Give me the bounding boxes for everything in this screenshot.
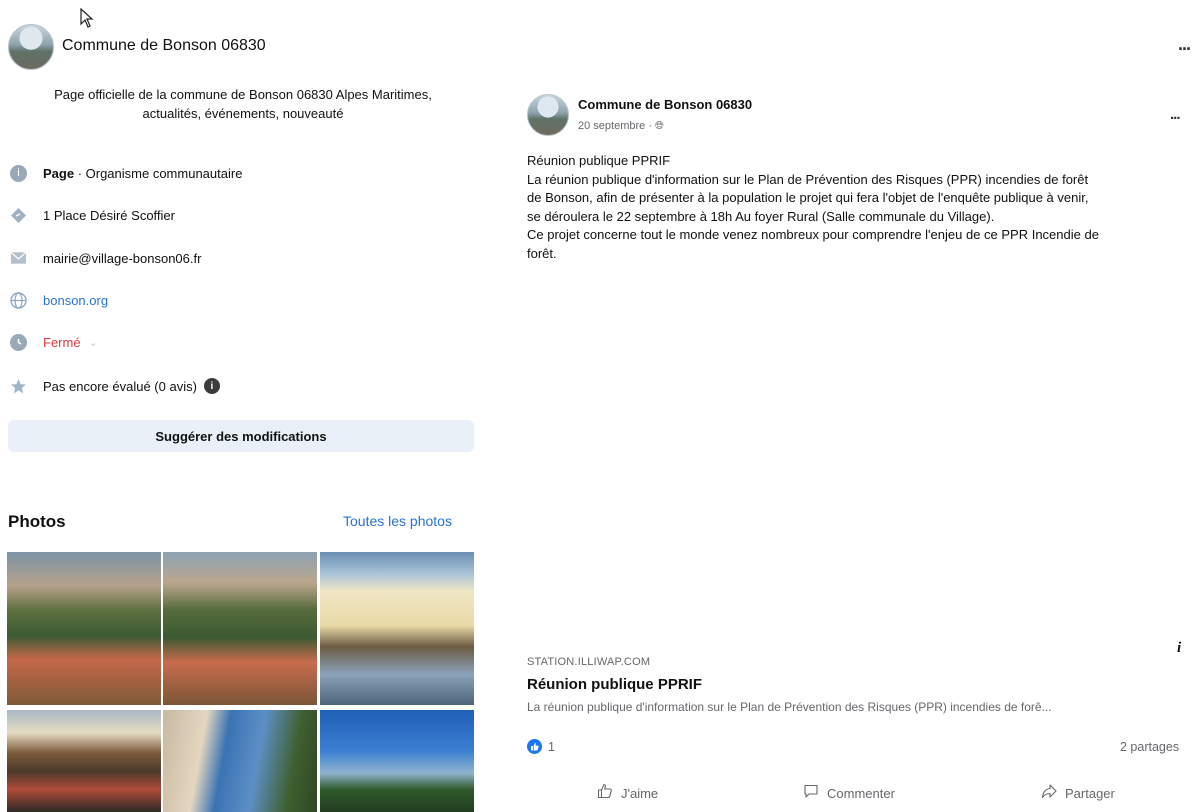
post-author-avatar[interactable] (527, 94, 569, 136)
header-more-button[interactable]: ... (1178, 34, 1191, 55)
email-row[interactable]: mairie@village-bonson06.fr (10, 248, 201, 268)
link-preview-title[interactable]: Réunion publique PPRIF (527, 676, 702, 693)
rating-row: Pas encore évalué (0 avis) i (10, 376, 220, 396)
mail-icon (10, 250, 27, 267)
page-description: Page officielle de la commune de Bonson … (10, 85, 476, 123)
post-text-line: se déroulera le 22 septembre à 18h Au fo… (527, 208, 995, 224)
photo-thumbnail[interactable] (7, 552, 161, 705)
post-text-line: La réunion publique d'information sur le… (527, 171, 1089, 187)
post-text-line: Réunion publique PPRIF (527, 153, 671, 168)
star-icon (10, 378, 27, 395)
page-avatar[interactable] (8, 24, 54, 70)
link-preview-description: La réunion publique d'information sur le… (527, 700, 1052, 714)
see-all-photos-link[interactable]: Toutes les photos (343, 513, 452, 529)
info-icon: i (10, 164, 27, 182)
post-more-button[interactable]: ... (1170, 106, 1180, 123)
comment-button[interactable]: Commenter (803, 783, 895, 803)
post-text: Réunion publique PPRIF La réunion publiq… (527, 152, 1177, 264)
post-text-line: forêt. (527, 245, 557, 261)
address-row[interactable]: 1 Place Désiré Scoffier (10, 205, 175, 225)
like-label: J'aime (621, 785, 659, 801)
comment-icon (803, 783, 819, 803)
photo-thumbnail[interactable] (163, 710, 317, 812)
reactions-summary[interactable]: 1 (527, 739, 555, 754)
description-line-2: actualités, événements, nouveauté (142, 106, 344, 121)
thumbs-up-icon (597, 783, 613, 803)
post-text-line: Ce projet concerne tout le monde venez n… (527, 227, 1099, 243)
photo-thumbnail[interactable] (320, 710, 474, 812)
clock-icon (10, 333, 27, 351)
mouse-cursor-icon (80, 8, 94, 28)
post-text-line: de Bonson, afin de présenter à la popula… (527, 190, 1089, 206)
page-name[interactable]: Commune de Bonson 06830 (62, 37, 266, 55)
category-row: i Page · Organisme communautaire (10, 163, 242, 183)
link-preview-domain[interactable]: STATION.ILLIWAP.COM (527, 656, 650, 668)
share-icon (1041, 783, 1057, 803)
hours-row[interactable]: Fermé ⌄ (10, 332, 98, 352)
address-label: 1 Place Désiré Scoffier (43, 207, 175, 223)
reactions-count: 1 (548, 739, 555, 754)
shares-count[interactable]: 2 partages (1120, 740, 1179, 754)
description-line-1: Page officielle de la commune de Bonson … (54, 87, 432, 102)
hours-status[interactable]: Fermé (43, 335, 81, 350)
link-preview-info-icon[interactable]: i (1177, 640, 1181, 657)
globe-icon (10, 291, 27, 309)
photo-thumbnail[interactable] (7, 710, 161, 812)
post-timestamp[interactable]: 20 septembre · 🌐︎ (578, 120, 664, 133)
location-icon (10, 207, 27, 224)
photo-thumbnail[interactable] (163, 552, 317, 705)
category-label: Page · Organisme communautaire (43, 165, 243, 181)
like-button[interactable]: J'aime (597, 783, 658, 803)
rating-label: Pas encore évalué (0 avis) (43, 378, 197, 394)
rating-info-icon[interactable]: i (203, 378, 220, 394)
globe-icon: 🌐︎ (655, 120, 664, 132)
chevron-down-icon[interactable]: ⌄ (89, 336, 98, 349)
comment-label: Commenter (827, 785, 895, 801)
suggest-edits-button[interactable]: Suggérer des modifications (8, 420, 474, 452)
photos-title: Photos (8, 512, 66, 531)
email-label: mairie@village-bonson06.fr (43, 250, 202, 266)
photo-thumbnail[interactable] (320, 552, 474, 705)
website-row[interactable]: bonson.org (10, 290, 108, 310)
website-link[interactable]: bonson.org (43, 293, 108, 308)
post-author-name[interactable]: Commune de Bonson 06830 (578, 97, 752, 112)
share-label: Partager (1065, 785, 1115, 801)
like-reaction-icon (527, 739, 542, 754)
share-button[interactable]: Partager (1041, 783, 1115, 803)
